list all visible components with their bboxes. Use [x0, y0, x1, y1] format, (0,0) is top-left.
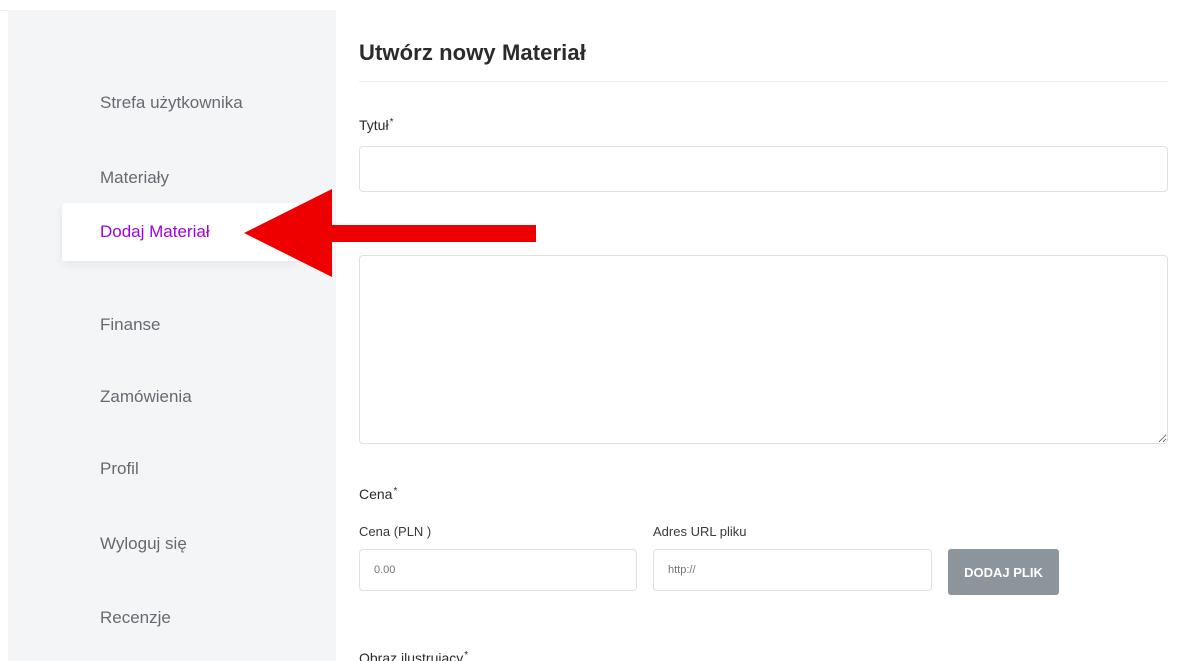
sidebar-item-reviews[interactable]: Recenzje	[62, 589, 298, 647]
title-input[interactable]	[359, 146, 1168, 192]
description-textarea[interactable]	[359, 255, 1168, 444]
sidebar-item-orders[interactable]: Zamówienia	[62, 368, 298, 426]
sidebar-item-logout[interactable]: Wyloguj się	[62, 515, 298, 573]
price-section-label: Cena*	[359, 486, 397, 502]
title-divider	[359, 81, 1168, 82]
required-mark: *	[389, 117, 394, 128]
price-input[interactable]	[359, 549, 637, 591]
price-field-label: Cena (PLN )	[359, 524, 432, 539]
image-field-label: Obraz ilustrujący*	[359, 650, 468, 661]
sidebar-item-user-zone[interactable]: Strefa użytkownika	[62, 74, 298, 132]
title-field-label-text: Tytuł	[359, 117, 389, 133]
required-mark: *	[393, 486, 398, 497]
price-section-label-text: Cena	[359, 486, 393, 502]
page-title: Utwórz nowy Materiał	[359, 40, 586, 65]
required-mark: *	[464, 650, 469, 661]
title-field-label: Tytuł*	[359, 117, 393, 133]
sidebar: Strefa użytkownika Materiały Dodaj Mater…	[8, 10, 336, 661]
file-url-input[interactable]	[653, 549, 932, 591]
sidebar-item-finance[interactable]: Finanse	[62, 296, 298, 354]
annotation-arrow-icon	[244, 189, 536, 277]
file-url-label: Adres URL pliku	[653, 524, 747, 539]
image-field-label-text: Obraz ilustrujący	[359, 650, 464, 661]
sidebar-item-profile[interactable]: Profil	[62, 440, 298, 498]
add-file-button[interactable]: DODAJ PLIK	[948, 549, 1059, 595]
